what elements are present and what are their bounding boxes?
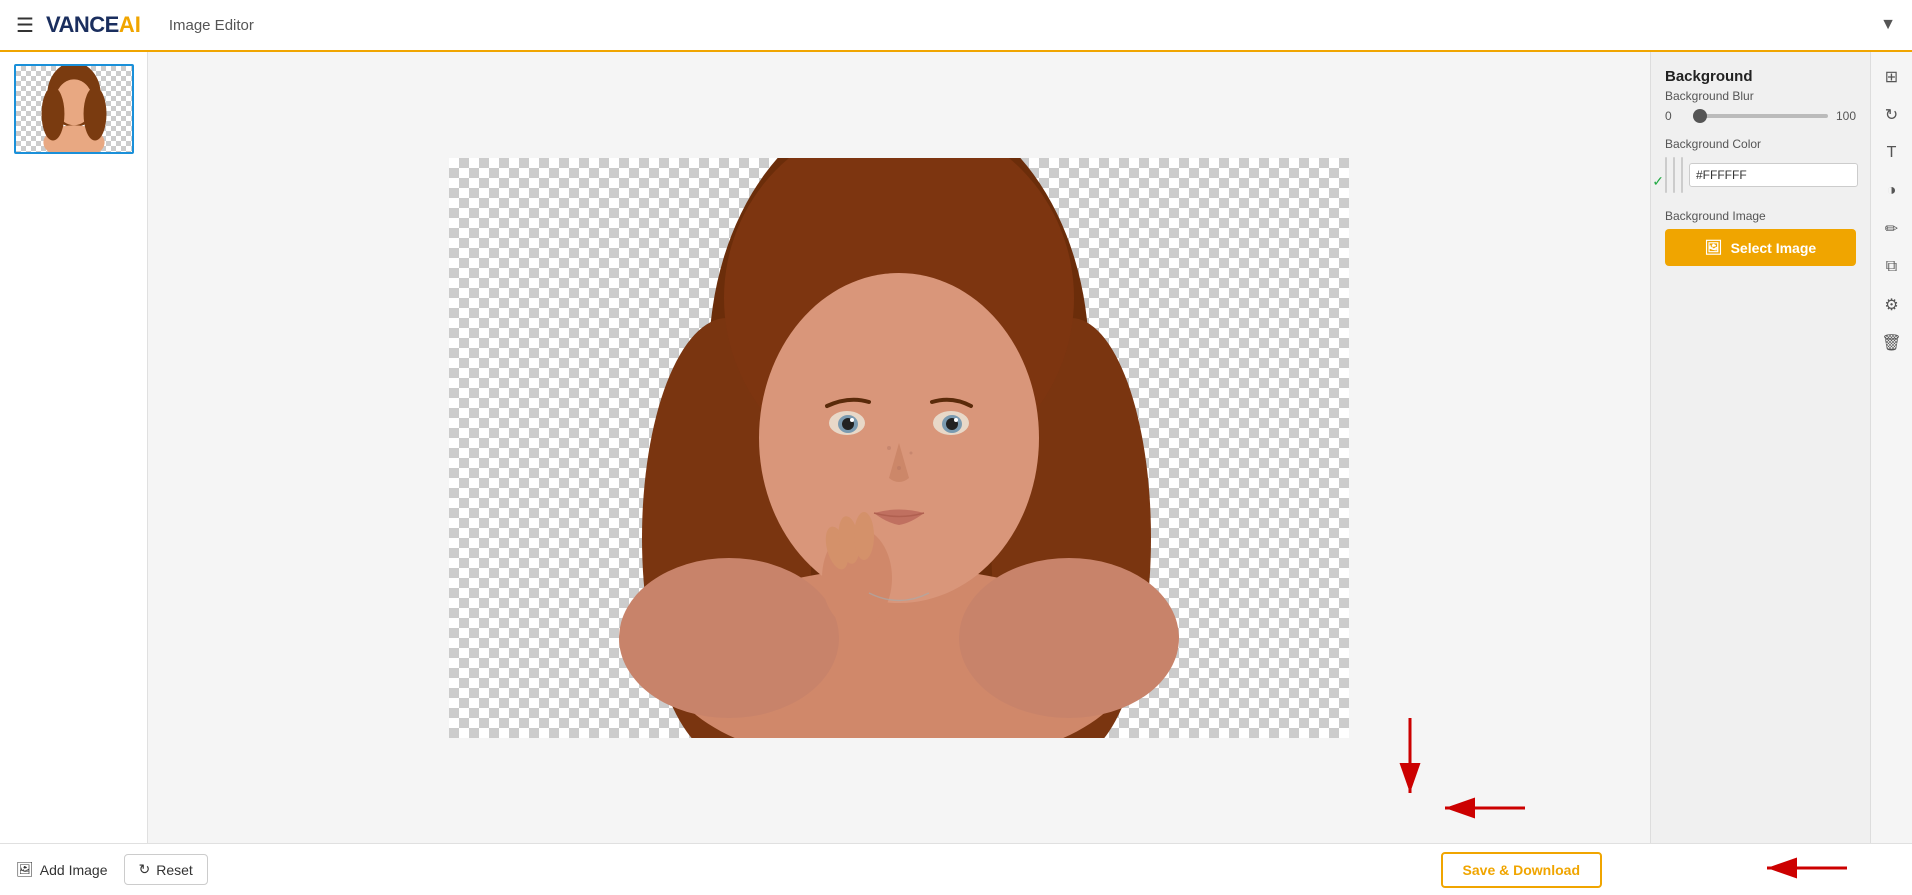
filter-icon[interactable]: ◑: [1875, 174, 1909, 208]
color-hex-input[interactable]: [1689, 163, 1858, 187]
canvas-wrapper: [449, 158, 1349, 738]
add-image-label: Add Image: [40, 862, 108, 878]
logo-vance: VANCE: [46, 12, 119, 38]
reset-button[interactable]: ↻ Reset: [124, 854, 208, 885]
reset-icon: ↻: [139, 861, 151, 878]
save-arrow-annotation: [1652, 845, 1852, 891]
logo: VANCE AI: [46, 12, 141, 38]
color-swatch-white[interactable]: ✓: [1665, 157, 1667, 193]
menu-icon[interactable]: ☰: [16, 13, 34, 38]
color-row: ✓: [1665, 157, 1856, 193]
thumbnail-item[interactable]: [14, 64, 134, 154]
add-image-icon: 🖼: [16, 861, 34, 878]
panel-section-title: Background: [1665, 68, 1856, 85]
save-download-label: Save & Download: [1463, 862, 1580, 878]
icon-toolbar: ⊞ ↻ T ◑ ✏ ⧉ ⚙ 🗑: [1870, 52, 1912, 843]
blur-label: Background Blur: [1665, 89, 1856, 103]
thumbnail-image: [16, 66, 132, 152]
crop-icon[interactable]: ⊞: [1875, 60, 1909, 94]
select-image-label: Select Image: [1731, 240, 1817, 256]
right-panel: Background Background Blur 0 100 Backgro…: [1650, 52, 1870, 843]
blur-slider-row: 0 100: [1665, 109, 1856, 123]
blur-min-value: 0: [1665, 109, 1685, 123]
check-icon: ✓: [1652, 173, 1664, 190]
header-dropdown-icon[interactable]: ▼: [1880, 16, 1896, 34]
pen-icon[interactable]: ✏: [1875, 212, 1909, 246]
main-layout: Background Background Blur 0 100 Backgro…: [0, 52, 1912, 843]
add-image-button[interactable]: 🖼 Add Image: [16, 861, 108, 878]
left-sidebar: [0, 52, 148, 843]
image-label: Background Image: [1665, 209, 1856, 223]
select-image-icon: 🖼: [1705, 239, 1723, 256]
color-swatch-white2[interactable]: [1673, 157, 1675, 193]
select-image-button[interactable]: 🖼 Select Image: [1665, 229, 1856, 266]
settings-icon[interactable]: ⚙: [1875, 288, 1909, 322]
blur-max-value: 100: [1836, 109, 1856, 123]
text-icon[interactable]: T: [1875, 136, 1909, 170]
color-label: Background Color: [1665, 137, 1856, 151]
color-swatch-gradient[interactable]: [1681, 157, 1683, 193]
panel-section-background: Background Background Blur 0 100 Backgro…: [1665, 68, 1856, 266]
subject-image: [449, 158, 1349, 738]
bottom-bar: 🖼 Add Image ↻ Reset Save & Download: [0, 843, 1912, 895]
refresh-icon[interactable]: ↻: [1875, 98, 1909, 132]
layers-icon[interactable]: ⧉: [1875, 250, 1909, 284]
save-download-button[interactable]: Save & Download: [1441, 852, 1602, 888]
header: ☰ VANCE AI Image Editor ▼: [0, 0, 1912, 52]
arrow-annotation: [1330, 713, 1530, 833]
canvas-area: [148, 52, 1650, 843]
blur-slider[interactable]: [1693, 114, 1828, 118]
reset-label: Reset: [156, 862, 193, 878]
delete-icon[interactable]: 🗑: [1875, 326, 1909, 360]
logo-ai: AI: [119, 12, 141, 38]
page-title: Image Editor: [169, 17, 254, 34]
